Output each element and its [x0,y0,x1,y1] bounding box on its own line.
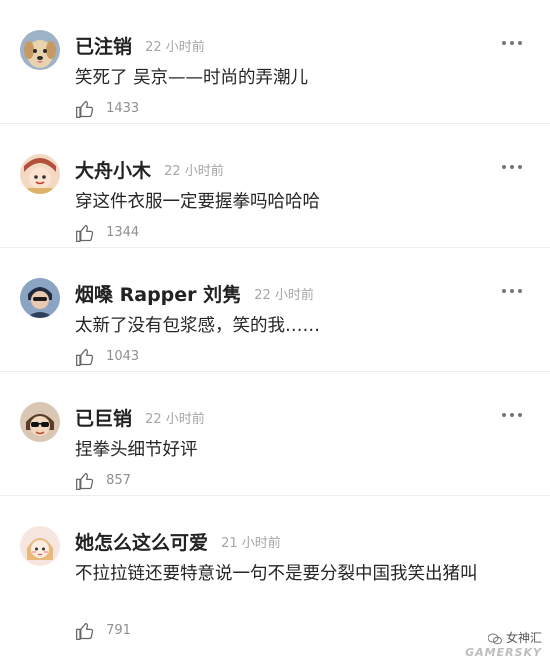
watermark: 女神汇 GAMERSKY [432,629,542,659]
like-count: 1344 [106,225,140,240]
avatar[interactable] [20,154,60,194]
like-count: 791 [106,623,131,638]
avatar[interactable] [20,402,60,442]
thumbs-up-icon [76,472,94,490]
more-dots-icon[interactable] [500,410,524,420]
like-button[interactable]: 1344 [75,222,139,246]
like-count: 1043 [106,349,140,364]
username[interactable]: 烟嗓 Rapper 刘隽 [75,284,241,306]
watermark-account-name: 女神汇 [505,631,542,645]
avatar[interactable] [20,30,60,70]
comment-text: 笑死了 吴京——时尚的弄潮儿 [75,68,309,88]
thumbs-up-icon [76,224,94,242]
comment-text: 不拉拉链还要特意说一句不是要分裂中国我笑出猪叫 [75,564,478,584]
comment-text: 太新了没有包浆感，笑的我…… [75,316,320,336]
comment-header: 大舟小木 22 小时前 [75,156,224,182]
avatar[interactable] [20,526,60,566]
thumbs-up-icon [76,100,94,118]
comment-time: 22 小时前 [254,288,314,303]
cartoon-avatar-image [20,154,60,194]
cartoon-girl-avatar-image [20,526,60,566]
watermark-account: 女神汇 [432,629,542,646]
like-button[interactable]: 1043 [75,346,139,370]
comment-item: 已注销 22 小时前 笑死了 吴京——时尚的弄潮儿 1433 [0,0,550,124]
comment-text: 穿这件衣服一定要握拳吗哈哈哈 [75,192,320,212]
comment-header: 已巨销 22 小时前 [75,404,205,430]
comment-header: 烟嗓 Rapper 刘隽 22 小时前 [75,280,314,306]
comment-text: 捏拳头细节好评 [75,440,198,460]
watermark-brand: GAMERSKY [465,646,542,659]
avatar[interactable] [20,278,60,318]
comment-time: 22 小时前 [164,164,224,179]
username[interactable]: 她怎么这么可爱 [75,532,208,554]
like-button[interactable]: 1433 [75,98,139,122]
thumbs-up-icon [76,622,94,640]
like-button[interactable]: 857 [75,470,131,494]
like-button[interactable]: 791 [75,620,131,644]
comment-header: 她怎么这么可爱 21 小时前 [75,528,281,554]
more-dots-icon[interactable] [500,162,524,172]
comment-time: 22 小时前 [145,412,205,427]
comment-header: 已注销 22 小时前 [75,32,205,58]
username[interactable]: 已注销 [75,36,132,58]
person-avatar-image [20,278,60,318]
like-count: 1433 [106,101,140,116]
comment-item: 已巨销 22 小时前 捏拳头细节好评 857 [0,372,550,496]
wechat-icon [487,633,503,644]
dog-avatar-image [20,30,60,70]
comment-item: 烟嗓 Rapper 刘隽 22 小时前 太新了没有包浆感，笑的我…… 1043 [0,248,550,372]
comment-item: 大舟小木 22 小时前 穿这件衣服一定要握拳吗哈哈哈 1344 [0,124,550,248]
like-count: 857 [106,473,131,488]
comment-time: 21 小时前 [221,536,281,551]
comment-time: 22 小时前 [145,40,205,55]
username[interactable]: 已巨销 [75,408,132,430]
username[interactable]: 大舟小木 [75,160,151,182]
more-dots-icon[interactable] [500,286,524,296]
thumbs-up-icon [76,348,94,366]
more-dots-icon[interactable] [500,38,524,48]
sunglasses-avatar-image [20,402,60,442]
